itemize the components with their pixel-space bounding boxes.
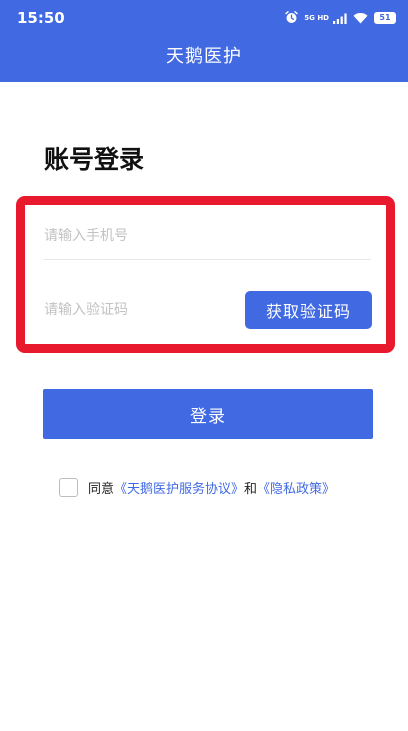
status-bar: 15:50 5G HD 51 bbox=[0, 0, 408, 36]
highlight-box bbox=[16, 196, 395, 353]
agreement-checkbox[interactable] bbox=[59, 477, 78, 497]
agreement-prefix: 同意 bbox=[88, 481, 115, 497]
network-label: 5G HD bbox=[304, 13, 329, 22]
wifi-icon bbox=[353, 9, 368, 28]
status-icons: 5G HD 51 bbox=[285, 10, 396, 26]
agreement-row: 同意 《天鹅医护服务协议》 和 《隐私政策》 bbox=[59, 477, 335, 497]
app-header: 15:50 5G HD 51 天鹅医护 bbox=[0, 0, 408, 82]
signal-icon bbox=[333, 9, 347, 28]
login-button[interactable]: 登录 bbox=[43, 389, 373, 439]
battery-icon: 51 bbox=[374, 12, 396, 24]
alarm-icon bbox=[285, 9, 298, 28]
status-time: 15:50 bbox=[17, 9, 65, 27]
page-header-title: 天鹅医护 bbox=[166, 46, 242, 67]
login-title: 账号登录 bbox=[44, 145, 145, 174]
service-agreement-link[interactable]: 《天鹅医护服务协议》 bbox=[114, 478, 244, 497]
privacy-policy-link[interactable]: 《隐私政策》 bbox=[257, 478, 335, 497]
agreement-and: 和 bbox=[244, 481, 258, 497]
